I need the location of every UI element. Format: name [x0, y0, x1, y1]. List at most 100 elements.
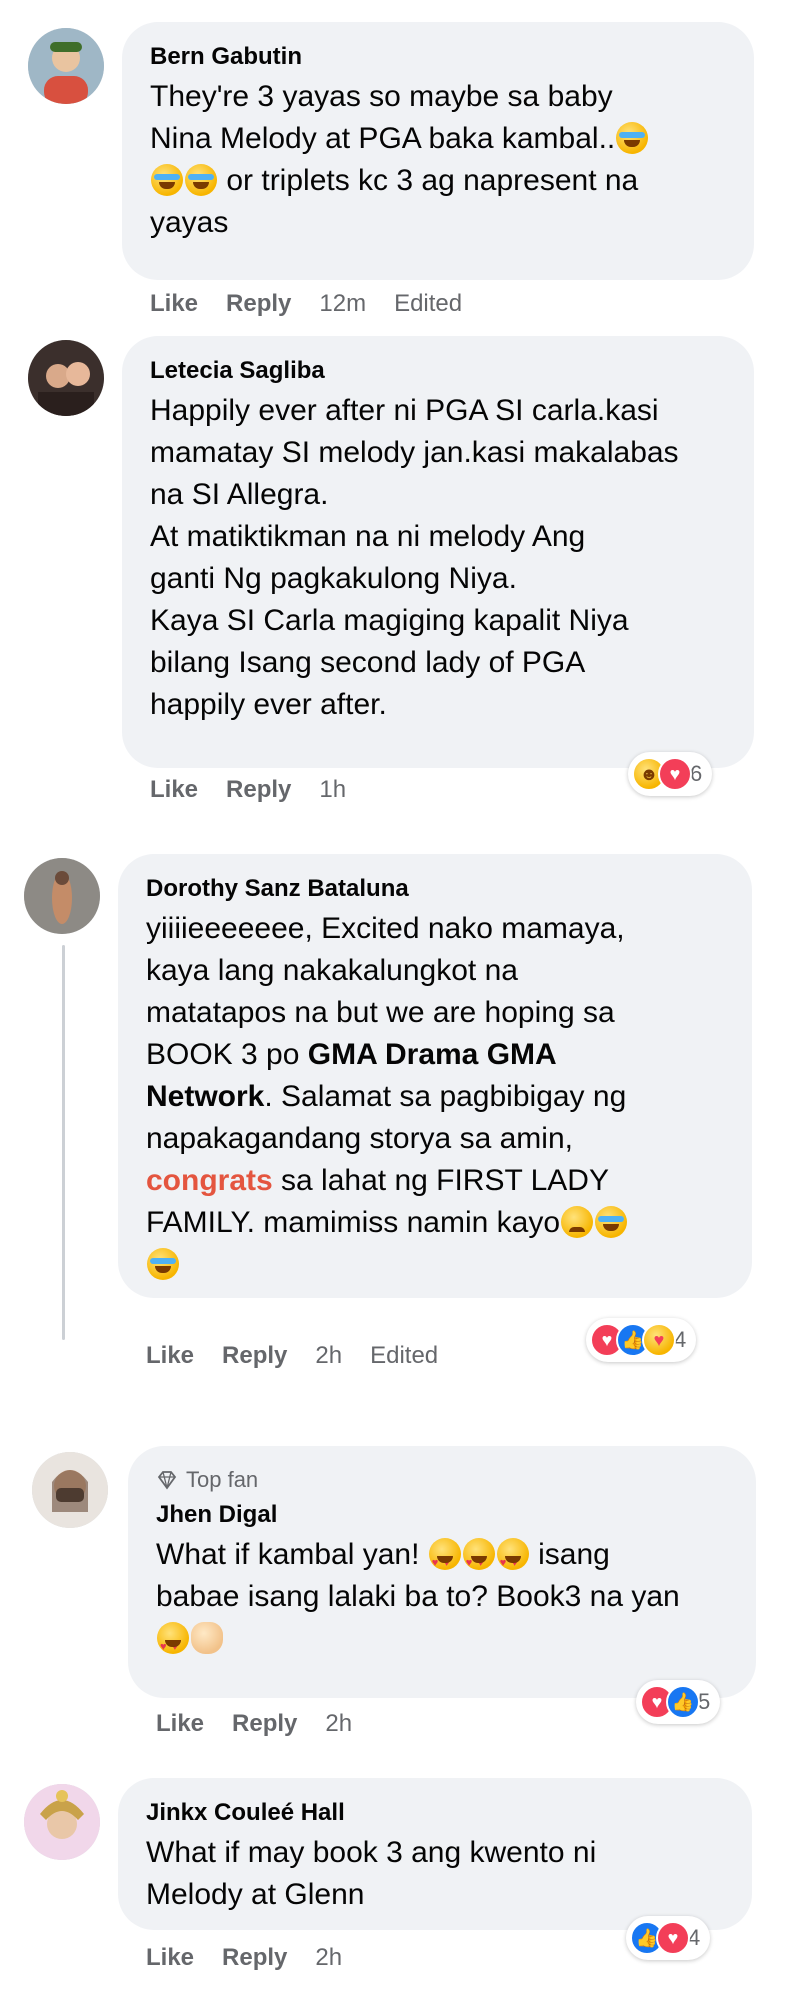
reaction-summary[interactable]: ♥ 👍 5: [636, 1680, 721, 1724]
heart-eyes-emoji: [496, 1538, 529, 1584]
comment-line: happily ever after.: [150, 688, 387, 721]
comment-line-text: or triplets kc 3 ag napresent na: [226, 164, 639, 197]
heart-eyes-emoji: [157, 1622, 189, 1668]
comment-line: What if may book 3 ang kwento ni: [146, 1836, 597, 1869]
comment-bubble: Letecia Sagliba Happily ever after ni PG…: [122, 336, 754, 768]
reply-button[interactable]: Reply: [222, 1944, 287, 1972]
crying-emoji: [147, 1248, 179, 1280]
clapping-hands-emoji: [191, 1622, 223, 1654]
comment-line: BOOK 3 po GMA Drama GMA: [146, 1034, 724, 1076]
comment-actions: Like Reply 2h Edited: [146, 1342, 438, 1370]
congrats-highlight[interactable]: congrats: [146, 1164, 273, 1197]
thread-line: [62, 945, 65, 1340]
reply-button[interactable]: Reply: [226, 290, 291, 318]
comment-text: What if may book 3 ang kwento ni Melody …: [146, 1832, 724, 1916]
heart-eyes-emoji: [462, 1538, 495, 1584]
comment-line: They're 3 yayas so maybe sa baby: [150, 80, 613, 113]
reaction-summary[interactable]: ☻ ♥ 6: [628, 752, 713, 796]
comment-line: kaya lang nakakalungkot na: [146, 954, 518, 987]
avatar[interactable]: [24, 1784, 100, 1860]
comment-line-text: BOOK 3 po: [146, 1038, 300, 1071]
comment-line: or triplets kc 3 ag napresent na: [150, 160, 726, 202]
comment-line: Nina Melody at PGA baka kambal..: [150, 118, 726, 160]
like-button[interactable]: Like: [150, 776, 198, 804]
comment-text: Happily ever after ni PGA SI carla.kasi …: [150, 390, 726, 726]
comment-line-text: FAMILY. mamimiss namin kayo: [146, 1206, 561, 1239]
comment-line: FAMILY. mamimiss namin kayo: [146, 1202, 724, 1244]
comment-author[interactable]: Letecia Sagliba: [150, 356, 726, 386]
comment-text: They're 3 yayas so maybe sa baby Nina Me…: [150, 76, 726, 244]
heart-eyes-emoji: [428, 1538, 461, 1584]
comment-line-text: Nina Melody at PGA baka kambal..: [150, 122, 616, 155]
reply-button[interactable]: Reply: [222, 1342, 287, 1370]
love-reaction-icon: ♥: [656, 1921, 690, 1955]
comment-line: napakagandang storya sa amin,: [146, 1122, 573, 1155]
comment-line: ganti Ng pagkakulong Niya.: [150, 562, 517, 595]
like-button[interactable]: Like: [150, 290, 198, 318]
tears-of-joy-emoji: [151, 164, 183, 196]
comment-actions: Like Reply 12m Edited: [150, 290, 462, 318]
comment-author[interactable]: Bern Gabutin: [150, 42, 726, 72]
avatar[interactable]: [32, 1452, 108, 1528]
love-reaction-icon: ♥: [658, 757, 692, 791]
comment-line: na SI Allegra.: [150, 478, 329, 511]
comment-line-text: What if kambal yan!: [156, 1538, 420, 1571]
like-button[interactable]: Like: [146, 1342, 194, 1370]
comment-line: mamatay SI melody jan.kasi makalabas: [150, 436, 679, 469]
edited-label[interactable]: Edited: [394, 290, 462, 318]
disappointed-emoji: [561, 1206, 594, 1238]
comment-line: yayas: [150, 206, 229, 239]
timestamp[interactable]: 2h: [315, 1944, 342, 1972]
comment-actions: Like Reply 2h: [146, 1944, 342, 1972]
reply-button[interactable]: Reply: [232, 1710, 297, 1738]
comment-bubble: Jinkx Couleé Hall What if may book 3 ang…: [118, 1778, 752, 1930]
comment-line: Happily ever after ni PGA SI carla.kasi: [150, 394, 659, 427]
comment-line: bilang Isang second lady of PGA: [150, 646, 586, 679]
comment-bubble: Bern Gabutin They're 3 yayas so maybe sa…: [122, 22, 754, 280]
comment-line-text: sa lahat ng FIRST LADY: [272, 1164, 609, 1197]
comment-author[interactable]: Jinkx Couleé Hall: [146, 1798, 724, 1828]
comment-line: What if kambal yan! isang: [156, 1534, 728, 1584]
comment-line-text: isang: [529, 1538, 610, 1571]
comment-line-text: . Salamat sa pagbibigay ng: [264, 1080, 627, 1113]
comment-line: Kaya SI Carla magiging kapalit Niya: [150, 604, 629, 637]
comment-line: matatapos na but we are hoping sa: [146, 996, 615, 1029]
tears-of-joy-emoji: [616, 122, 649, 154]
comment-bubble: Dorothy Sanz Bataluna yiiiieeeeeee, Exci…: [118, 854, 752, 1298]
comment-line: [146, 1244, 724, 1286]
comment-author[interactable]: Dorothy Sanz Bataluna: [146, 874, 724, 904]
top-fan-badge: Top fan: [156, 1466, 728, 1494]
timestamp[interactable]: 12m: [319, 290, 366, 318]
timestamp[interactable]: 2h: [325, 1710, 352, 1738]
page-tag-link[interactable]: GMA Drama GMA: [308, 1038, 557, 1071]
comment-line: yiiiieeeeeee, Excited nako mamaya,: [146, 912, 625, 945]
avatar[interactable]: [28, 340, 104, 416]
reply-button[interactable]: Reply: [226, 776, 291, 804]
comment-line: At matiktikman na ni melody Ang: [150, 520, 586, 553]
like-button[interactable]: Like: [146, 1944, 194, 1972]
like-button[interactable]: Like: [156, 1710, 204, 1738]
timestamp[interactable]: 2h: [315, 1342, 342, 1370]
comment-author[interactable]: Jhen Digal: [156, 1500, 728, 1530]
comment-actions: Like Reply 1h: [150, 776, 346, 804]
reaction-summary[interactable]: ♥ 👍 ♥ 4: [586, 1318, 697, 1362]
comment-line: [156, 1618, 728, 1668]
comment-line: Network. Salamat sa pagbibigay ng: [146, 1076, 724, 1118]
tears-of-joy-emoji: [185, 164, 217, 196]
pleading-emoji: [595, 1206, 628, 1238]
comment-text: yiiiieeeeeee, Excited nako mamaya, kaya …: [146, 908, 724, 1286]
edited-label[interactable]: Edited: [370, 1342, 438, 1370]
care-reaction-icon: ♥: [642, 1323, 676, 1357]
top-fan-label: Top fan: [186, 1467, 259, 1492]
timestamp[interactable]: 1h: [319, 776, 346, 804]
comment-bubble: Top fan Jhen Digal What if kambal yan! i…: [128, 1446, 756, 1698]
comment-text: What if kambal yan! isang babae isang la…: [156, 1534, 728, 1668]
avatar[interactable]: [28, 28, 104, 104]
comment-line: Melody at Glenn: [146, 1878, 365, 1911]
page-tag-link[interactable]: Network: [146, 1080, 264, 1113]
comment-actions: Like Reply 2h: [156, 1710, 352, 1738]
avatar[interactable]: [24, 858, 100, 934]
diamond-icon: [157, 1471, 177, 1490]
comment-line: congrats sa lahat ng FIRST LADY: [146, 1160, 724, 1202]
reaction-summary[interactable]: 👍 ♥ 4: [626, 1916, 711, 1960]
